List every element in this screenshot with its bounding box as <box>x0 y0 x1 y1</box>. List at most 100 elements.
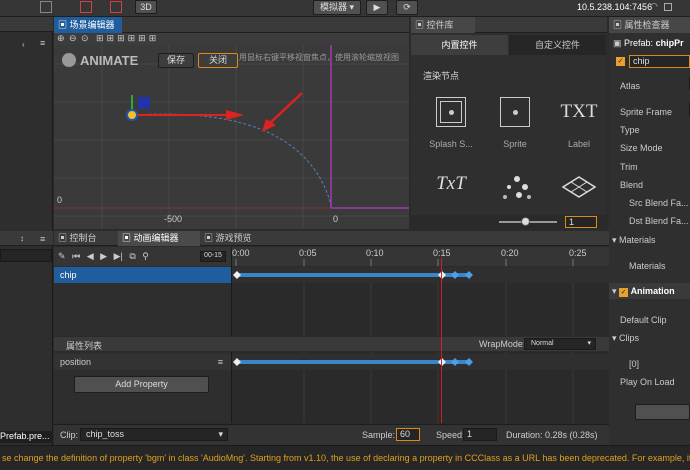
clip-select[interactable]: chip_toss ▾ <box>80 428 228 441</box>
clip-index: [0] <box>629 359 640 369</box>
preview-tab[interactable]: ▣ 游戏预览 <box>200 231 272 246</box>
library-tab-label: 控件库 <box>426 20 454 30</box>
hierarchy-header <box>0 17 53 32</box>
play-anim-icon[interactable]: ▶ <box>100 251 107 261</box>
splash-sprite-icon <box>436 97 466 127</box>
clips-header[interactable]: ▾ Clips <box>612 333 639 344</box>
deprecation-warning[interactable]: se change the definition of property 'bg… <box>2 453 690 463</box>
scene-tab[interactable]: ▣ 场景编辑器 <box>54 17 122 33</box>
inspector-tab[interactable]: ▣ 属性检查器 <box>609 17 690 33</box>
toolbar-icon-2[interactable] <box>80 1 92 13</box>
assets-search-input[interactable] <box>0 249 52 262</box>
animation-enabled-checkbox[interactable]: ✓ <box>619 288 629 297</box>
add-event-icon[interactable]: ⧉ <box>129 251 135 261</box>
clip-value: chip_toss <box>86 429 125 439</box>
playhead[interactable] <box>441 258 442 423</box>
key-icon[interactable]: ⚲ <box>142 251 149 261</box>
console-tab[interactable]: ▣ 控制台 <box>54 231 118 246</box>
duration-text: Duration: 0.28s (0.28s) <box>506 430 598 440</box>
node-timeline[interactable] <box>231 266 610 336</box>
add-component-button[interactable] <box>635 404 690 420</box>
timeline-ruler[interactable]: 0:00 0:05 0:10 0:15 0:20 0:25 <box>231 247 609 266</box>
tiledmap-item[interactable] <box>549 173 609 203</box>
scene-tab-label: 场景编辑器 <box>69 20 115 30</box>
tab-custom[interactable]: 自定义控件 <box>509 35 606 55</box>
toolbar-icon-1[interactable] <box>40 1 52 13</box>
more-icon[interactable]: ≡ <box>40 38 45 48</box>
wrapmode-select[interactable]: Normal ▾ <box>524 338 596 350</box>
richtext-item[interactable]: TxT <box>421 173 481 203</box>
prop-dst-blend: Dst Blend Fa... <box>629 216 689 226</box>
top-toolbar: 3D 模拟器 ▾ ▶ ⟳ 10.5.238.104:7456 ◠ <box>0 0 690 17</box>
axis-label-x-zero: 0 <box>333 214 339 224</box>
sprite-item[interactable]: Sprite <box>485 97 545 153</box>
frame-display[interactable]: 00-15 <box>200 251 226 262</box>
first-frame-icon[interactable]: ⏮ <box>72 251 80 261</box>
sample-label: Sample: <box>362 430 396 440</box>
label-item[interactable]: TXT Label <box>549 97 609 153</box>
particle-item[interactable] <box>485 173 545 203</box>
animation-component-header[interactable]: ▾ ✓ Animation <box>609 283 690 299</box>
sample-input[interactable]: 60 <box>396 428 420 441</box>
property-menu-icon[interactable]: ≡ <box>218 354 223 370</box>
record-icon[interactable]: ✎ <box>58 251 66 261</box>
collapse-icon[interactable]: ‹ <box>22 40 25 49</box>
toolbar-icon-3[interactable] <box>110 1 122 13</box>
simulator-label: 模拟器 <box>319 2 347 12</box>
next-frame-icon[interactable]: ▶| <box>114 251 123 261</box>
bottom-panel: ▣ 控制台 ▣ 动画编辑器 ▣ 游戏预览 ✎ ⏮ ◀ ▶ ▶| ⧉ ⚲ 00-1… <box>54 231 610 445</box>
qrcode-icon[interactable] <box>664 3 672 11</box>
assets-more-icon[interactable]: ≡ <box>40 234 45 244</box>
anim-close-button[interactable]: 关闭 <box>198 53 238 68</box>
node-name-input[interactable]: chip <box>629 55 690 68</box>
splash-sprite-label: Splash S... <box>429 139 473 149</box>
refresh-button[interactable]: ⟳ <box>396 0 418 15</box>
node-row-chip[interactable]: chip <box>54 267 231 283</box>
zoom-value-input[interactable]: 1 <box>565 216 597 228</box>
prefab-name: chipPr <box>655 38 684 48</box>
collapse-arrow-icon: ▾ <box>612 286 617 296</box>
materials-header-label: Materials <box>619 235 656 245</box>
prop-blend: Blend <box>620 180 644 190</box>
scene-hint: 用鼠标右键平移视窗焦点，使用滚轮缩放视图 <box>239 53 399 62</box>
zoom-reset-icon[interactable]: ⊙ <box>81 33 89 44</box>
materials-item: Materials <box>629 261 666 271</box>
particle-icon <box>503 176 531 199</box>
prefab-file-item[interactable]: Prefab.pre... <box>0 431 53 443</box>
tab-builtin[interactable]: 内置控件 <box>411 35 508 55</box>
wrapmode-label: WrapMode: <box>479 339 526 349</box>
zoom-in-icon[interactable]: ⊕ <box>57 33 65 44</box>
materials-header[interactable]: ▾ Materials <box>612 235 656 246</box>
zoom-out-icon[interactable]: ⊖ <box>69 33 77 44</box>
zoom-slider-thumb[interactable] <box>521 217 530 226</box>
library-tab[interactable]: ▣ 控件库 <box>411 17 475 33</box>
assets-sort-icon[interactable]: ↕ <box>20 234 24 243</box>
library-zoom-bar: 1 <box>411 215 607 229</box>
prop-sprite-frame: Sprite Frame <box>620 107 673 117</box>
scene-tab-bar: ▣ 场景编辑器 <box>54 17 409 33</box>
property-track-svg <box>232 352 610 423</box>
speed-input[interactable]: 1 <box>463 428 497 441</box>
align-icons[interactable]: ⊞⊞⊞⊞⊞⊞ <box>96 33 159 44</box>
prev-frame-icon[interactable]: ◀ <box>87 251 94 261</box>
splash-sprite-item[interactable]: Splash S... <box>421 97 481 153</box>
scene-canvas[interactable]: ANIMATE 保存 关闭 用鼠标右键平移视窗焦点，使用滚轮缩放视图 0 -50… <box>54 45 409 229</box>
play-button[interactable]: ▶ <box>366 0 388 15</box>
node-active-checkbox[interactable]: ✓ <box>616 57 625 66</box>
inspector-tab-bar: ▣ 属性检查器 <box>609 17 690 33</box>
animation-tab[interactable]: ▣ 动画编辑器 <box>118 231 200 246</box>
prefab-icon: ▣ <box>613 38 622 48</box>
sprite-icon <box>500 97 530 127</box>
property-row-position[interactable]: position ≡ <box>54 354 231 370</box>
node-list: chip <box>54 266 231 336</box>
prop-src-blend: Src Blend Fa... <box>629 198 689 208</box>
simulator-dropdown[interactable]: 模拟器 ▾ <box>313 0 361 15</box>
prefab-row: ▣ Prefab: chipPr <box>613 38 690 49</box>
inspector-tab-label: 属性检查器 <box>624 20 670 30</box>
dropdown-arrow-icon: ▾ <box>587 340 591 347</box>
property-timeline[interactable] <box>231 352 610 423</box>
3d-button[interactable]: 3D <box>135 0 157 14</box>
add-property-button[interactable]: Add Property <box>74 376 209 393</box>
sprite-label: Sprite <box>503 139 527 149</box>
anim-save-button[interactable]: 保存 <box>158 53 194 68</box>
